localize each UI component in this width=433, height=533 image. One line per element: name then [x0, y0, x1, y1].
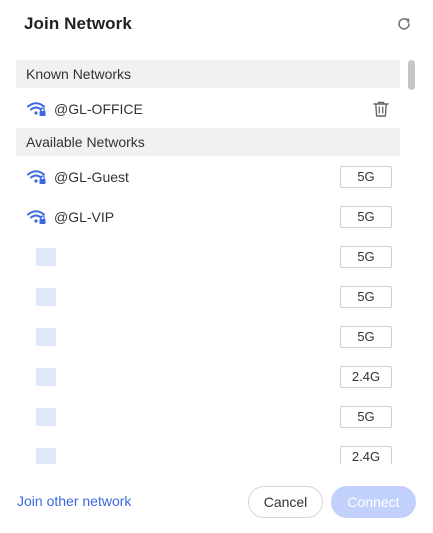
- loading-placeholder-icon: [36, 368, 56, 386]
- available-networks-header: Available Networks: [16, 128, 400, 156]
- band-badge: 5G: [340, 246, 392, 268]
- available-network-row[interactable]: 5G: [16, 236, 400, 276]
- loading-placeholder-icon: [36, 248, 56, 266]
- band-badge: 5G: [340, 166, 392, 188]
- band-badge: 2.4G: [340, 446, 392, 464]
- cancel-button[interactable]: Cancel: [248, 486, 323, 518]
- trash-icon[interactable]: [372, 100, 390, 118]
- band-badge: 5G: [340, 406, 392, 428]
- available-network-row[interactable]: @GL-Guest 5G: [16, 156, 400, 196]
- loading-placeholder-icon: [36, 328, 56, 346]
- band-badge: 2.4G: [340, 366, 392, 388]
- join-other-network-link[interactable]: Join other network: [17, 493, 131, 509]
- available-network-row[interactable]: 2.4G: [16, 436, 400, 464]
- network-ssid: @GL-OFFICE: [54, 101, 143, 117]
- wifi-lock-icon: [27, 169, 47, 185]
- band-badge: 5G: [340, 206, 392, 228]
- network-list[interactable]: Known Networks @GL-OFFICE Available Netw…: [16, 60, 400, 464]
- loading-placeholder-icon: [36, 448, 56, 464]
- wifi-lock-icon: [27, 209, 47, 225]
- band-badge: 5G: [340, 326, 392, 348]
- list-scrollbar-track[interactable]: [406, 60, 416, 464]
- join-network-dialog: Join Network Known Networks @GL-OFFICE A…: [0, 0, 433, 533]
- available-network-row[interactable]: 2.4G: [16, 356, 400, 396]
- loading-placeholder-icon: [36, 408, 56, 426]
- refresh-icon[interactable]: [394, 14, 414, 34]
- list-scrollbar-thumb[interactable]: [408, 60, 415, 90]
- available-network-row[interactable]: @GL-VIP 5G: [16, 196, 400, 236]
- connect-button[interactable]: Connect: [331, 486, 416, 518]
- band-badge: 5G: [340, 286, 392, 308]
- known-network-row[interactable]: @GL-OFFICE: [16, 88, 400, 128]
- available-network-row[interactable]: 5G: [16, 396, 400, 436]
- wifi-lock-icon: [27, 101, 47, 117]
- network-ssid: @GL-VIP: [54, 209, 115, 225]
- dialog-title: Join Network: [24, 14, 132, 33]
- loading-placeholder-icon: [36, 288, 56, 306]
- available-network-row[interactable]: 5G: [16, 316, 400, 356]
- network-ssid: @GL-Guest: [54, 169, 129, 185]
- available-network-row[interactable]: 5G: [16, 276, 400, 316]
- known-networks-header: Known Networks: [16, 60, 400, 88]
